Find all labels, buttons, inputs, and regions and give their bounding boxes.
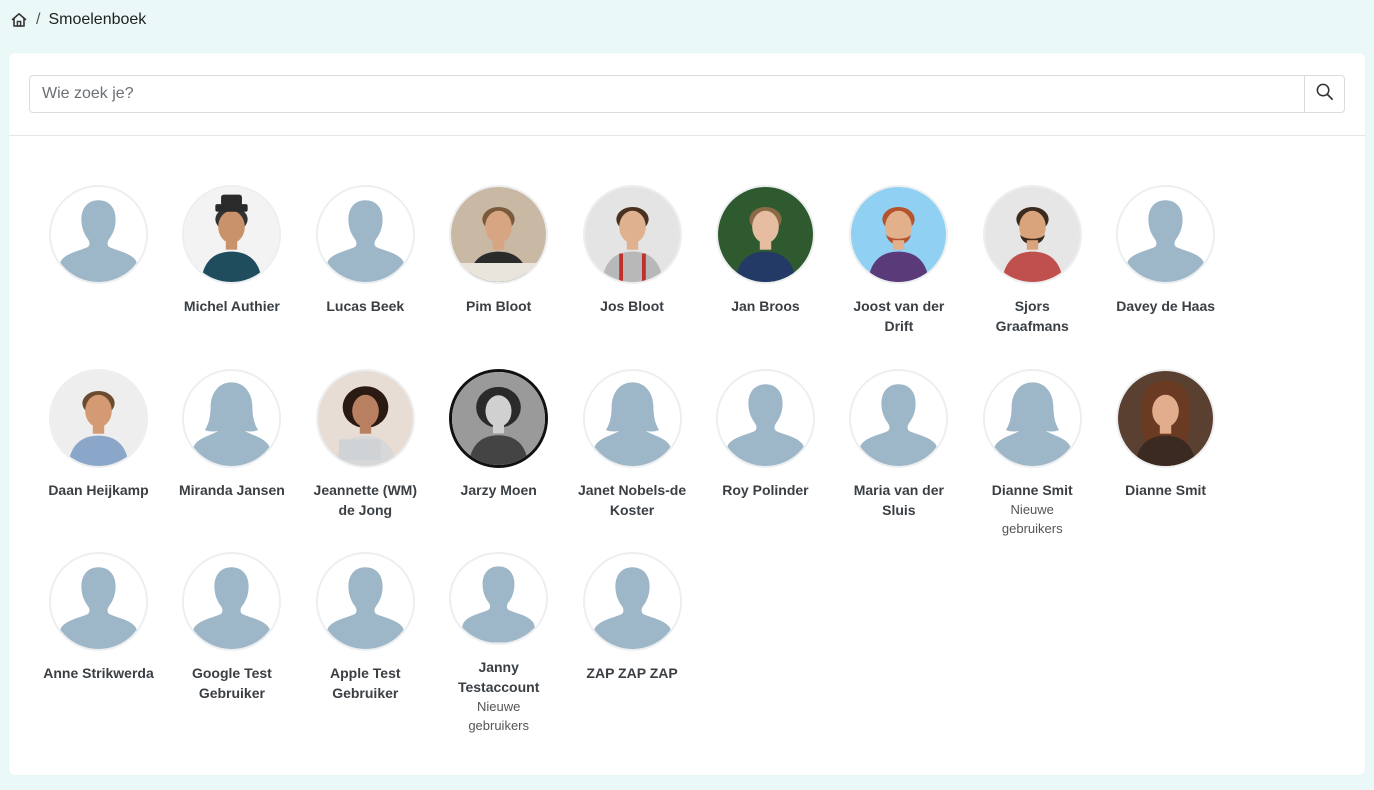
person-name: Apple Test Gebruiker: [330, 665, 401, 701]
person-name: Pim Bloot: [466, 298, 532, 314]
person-name: Daan Heijkamp: [48, 481, 149, 498]
person-card[interactable]: Michel Authier: [165, 185, 298, 369]
avatar-placeholder-icon[interactable]: [449, 552, 549, 645]
person-card[interactable]: Jan Broos: [699, 185, 832, 369]
breadcrumb-current: Smoelenboek: [48, 11, 147, 28]
avatar-placeholder-icon[interactable]: [582, 368, 682, 468]
person-card[interactable]: ZAP ZAP ZAP: [566, 552, 699, 736]
person-card[interactable]: Davey de Haas: [1099, 185, 1232, 369]
person-card[interactable]: Janet Nobels-de Koster: [566, 368, 699, 553]
person-card[interactable]: Jos Bloot: [566, 185, 699, 369]
breadcrumb: / Smoelenboek: [10, 9, 146, 31]
person-name: Lucas Beek: [326, 298, 405, 314]
person-name: Jan Broos: [731, 298, 800, 314]
person-card[interactable]: Janny Testaccount Nieuwe gebruikers: [432, 552, 565, 736]
person-name: Dianne Smit: [1125, 481, 1207, 498]
avatar-placeholder-icon[interactable]: [315, 185, 415, 284]
person-name: Dianne Smit: [991, 481, 1073, 498]
avatar-photo[interactable]: [715, 185, 815, 284]
person-card[interactable]: Anne Strikwerda: [32, 552, 165, 736]
person-name: Jos Bloot: [600, 298, 664, 314]
person-name: Anne Strikwerda: [43, 665, 154, 681]
avatar-photo[interactable]: [449, 185, 549, 284]
divider: [9, 135, 1365, 136]
person-name: Jarzy Moen: [460, 481, 537, 498]
avatar-photo[interactable]: [182, 185, 282, 284]
avatar-placeholder-icon[interactable]: [182, 552, 282, 651]
person-name: Sjors Graafmans: [995, 298, 1069, 334]
avatar-photo[interactable]: [1116, 368, 1216, 468]
person-name: Roy Polinder: [722, 481, 809, 498]
person-name: Janny Testaccount: [457, 658, 540, 695]
avatar-photo[interactable]: [449, 368, 549, 468]
avatar-placeholder-icon[interactable]: [182, 368, 282, 468]
person-card[interactable]: Joost van der Drift: [832, 185, 965, 369]
directory-card: Michel Authier Lucas Beek Pim Bloot Jos …: [9, 53, 1365, 775]
person-card[interactable]: Google Test Gebruiker: [165, 552, 298, 736]
person-card[interactable]: Dianne Smit Nieuwe gebruikers: [966, 368, 1099, 553]
person-card[interactable]: Jarzy Moen: [432, 368, 565, 553]
person-card[interactable]: Lucas Beek: [299, 185, 432, 369]
person-name: ZAP ZAP ZAP: [586, 665, 678, 681]
avatar-placeholder-icon[interactable]: [982, 368, 1082, 468]
person-name: Michel Authier: [183, 298, 280, 314]
avatar-photo[interactable]: [315, 368, 415, 468]
avatar-photo[interactable]: [849, 185, 949, 284]
avatar-photo[interactable]: [49, 368, 148, 468]
search-input[interactable]: [29, 75, 1304, 113]
person-name: Miranda Jansen: [178, 481, 285, 498]
person-card[interactable]: Jeannette (WM) de Jong: [299, 368, 432, 553]
search-button[interactable]: [1304, 75, 1345, 113]
person-card[interactable]: Apple Test Gebruiker: [299, 552, 432, 736]
person-name: Janet Nobels-de Koster: [577, 481, 687, 518]
person-card[interactable]: Maria van der Sluis: [832, 368, 965, 553]
search-bar: [29, 75, 1345, 113]
person-name: Maria van der Sluis: [853, 481, 944, 518]
person-card[interactable]: [32, 185, 165, 369]
avatar-placeholder-icon[interactable]: [849, 368, 949, 468]
person-card[interactable]: Sjors Graafmans: [966, 185, 1099, 369]
avatar-placeholder-icon[interactable]: [1116, 185, 1216, 284]
breadcrumb-separator: /: [36, 11, 41, 28]
person-name: Davey de Haas: [1116, 298, 1216, 314]
person-group: Nieuwe gebruikers: [468, 698, 530, 734]
person-card[interactable]: Daan Heijkamp: [32, 368, 165, 553]
person-group: Nieuwe gebruikers: [1001, 501, 1063, 537]
person-card[interactable]: Dianne Smit: [1099, 368, 1232, 553]
avatar-photo[interactable]: [582, 185, 682, 284]
person-card[interactable]: Pim Bloot: [432, 185, 565, 369]
home-icon[interactable]: [10, 11, 28, 29]
search-icon: [1315, 82, 1334, 106]
person-name: Google Test Gebruiker: [191, 665, 272, 701]
avatar-placeholder-icon[interactable]: [582, 552, 682, 651]
people-grid: Michel Authier Lucas Beek Pim Bloot Jos …: [32, 185, 1233, 736]
avatar-placeholder-icon[interactable]: [49, 185, 148, 284]
person-card[interactable]: Roy Polinder: [699, 368, 832, 553]
avatar-placeholder-icon[interactable]: [49, 552, 148, 651]
person-name: Joost van der Drift: [853, 298, 945, 334]
person-card[interactable]: Miranda Jansen: [165, 368, 298, 553]
avatar-placeholder-icon[interactable]: [715, 368, 815, 468]
avatar-placeholder-icon[interactable]: [315, 552, 415, 651]
avatar-photo[interactable]: [982, 185, 1082, 284]
person-name: Jeannette (WM) de Jong: [313, 481, 417, 518]
